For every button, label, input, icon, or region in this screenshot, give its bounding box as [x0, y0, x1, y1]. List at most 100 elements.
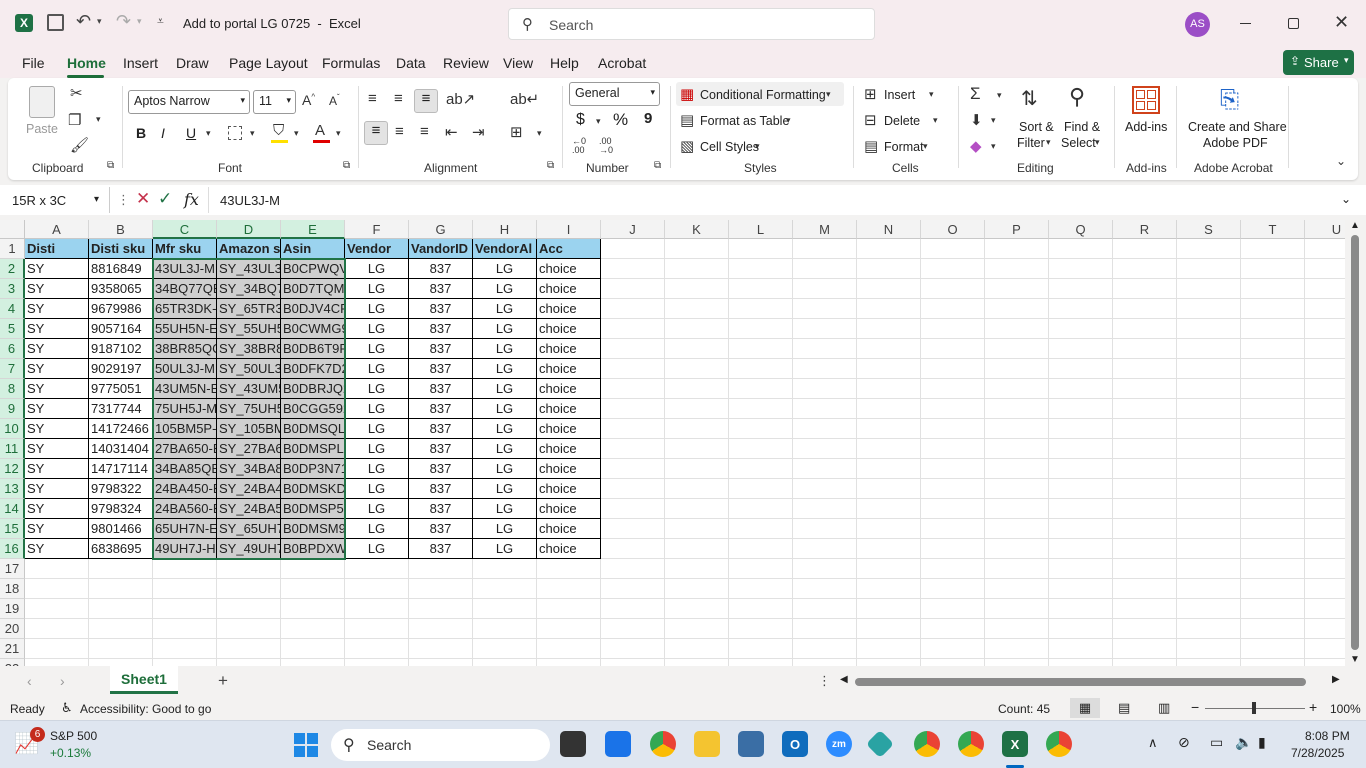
- empty-cell[interactable]: [857, 659, 921, 666]
- data-cell[interactable]: LG: [473, 399, 537, 419]
- data-cell[interactable]: SY: [25, 339, 89, 359]
- empty-cell[interactable]: [793, 279, 857, 299]
- cancel-icon[interactable]: ✕: [136, 189, 150, 209]
- empty-cell[interactable]: [793, 499, 857, 519]
- empty-cell[interactable]: [665, 659, 729, 666]
- data-cell[interactable]: 9358065: [89, 279, 153, 299]
- enter-icon[interactable]: ✓: [158, 189, 172, 209]
- empty-cell[interactable]: [857, 379, 921, 399]
- empty-cell[interactable]: [601, 459, 665, 479]
- empty-cell[interactable]: [793, 479, 857, 499]
- empty-cell[interactable]: [1049, 359, 1113, 379]
- empty-cell[interactable]: [1113, 559, 1177, 579]
- empty-cell[interactable]: [345, 659, 409, 666]
- column-header-f[interactable]: F: [345, 220, 409, 239]
- vertical-scrollbar[interactable]: ▲ ▼: [1345, 220, 1366, 666]
- empty-cell[interactable]: [729, 599, 793, 619]
- empty-cell[interactable]: [857, 399, 921, 419]
- maximize-icon[interactable]: [1288, 18, 1299, 29]
- data-cell[interactable]: 9775051: [89, 379, 153, 399]
- empty-cell[interactable]: [1241, 339, 1305, 359]
- data-cell[interactable]: 837: [409, 259, 473, 279]
- delete-cells-icon[interactable]: ⊟: [864, 111, 877, 129]
- collapse-ribbon-icon[interactable]: ⌄: [1336, 154, 1346, 168]
- empty-cell[interactable]: [665, 439, 729, 459]
- data-cell[interactable]: 14172466: [89, 419, 153, 439]
- empty-cell[interactable]: [1049, 339, 1113, 359]
- empty-cell[interactable]: [1305, 379, 1345, 399]
- zoom-app-icon[interactable]: zm: [826, 731, 852, 757]
- empty-cell[interactable]: [89, 619, 153, 639]
- row-header-1[interactable]: 1: [0, 239, 25, 259]
- battery-icon[interactable]: ▮: [1258, 734, 1266, 751]
- empty-cell[interactable]: [1241, 659, 1305, 666]
- header-cell-e[interactable]: Asin: [281, 239, 345, 259]
- empty-cell[interactable]: [665, 419, 729, 439]
- empty-cell[interactable]: [345, 639, 409, 659]
- empty-cell[interactable]: [1305, 279, 1345, 299]
- empty-cell[interactable]: [473, 639, 537, 659]
- empty-cell[interactable]: [921, 519, 985, 539]
- add-ins-icon[interactable]: [1132, 86, 1160, 114]
- zoom-level[interactable]: 100%: [1330, 702, 1361, 716]
- row-header-15[interactable]: 15: [0, 519, 25, 539]
- chrome-icon[interactable]: [650, 731, 676, 757]
- empty-cell[interactable]: [729, 539, 793, 559]
- data-cell[interactable]: SY: [25, 539, 89, 559]
- data-cell[interactable]: 9798322: [89, 479, 153, 499]
- sort-filter-label-2[interactable]: Filter: [1017, 136, 1045, 150]
- empty-cell[interactable]: [1049, 599, 1113, 619]
- empty-cell[interactable]: [537, 559, 601, 579]
- data-cell[interactable]: LG: [473, 319, 537, 339]
- empty-cell[interactable]: [1241, 279, 1305, 299]
- empty-cell[interactable]: [665, 459, 729, 479]
- column-header-e[interactable]: E: [281, 220, 345, 239]
- header-cell-f[interactable]: Vendor: [345, 239, 409, 259]
- data-cell[interactable]: 6838695: [89, 539, 153, 559]
- empty-cell[interactable]: [665, 239, 729, 259]
- empty-cell[interactable]: [1241, 239, 1305, 259]
- empty-cell[interactable]: [1049, 319, 1113, 339]
- empty-cell[interactable]: [601, 479, 665, 499]
- data-cell[interactable]: 75UH5J-M: [153, 399, 217, 419]
- data-cell[interactable]: choice: [537, 299, 601, 319]
- data-cell[interactable]: SY_34BA85: [217, 459, 281, 479]
- empty-cell[interactable]: [89, 639, 153, 659]
- empty-cell[interactable]: [1305, 579, 1345, 599]
- data-cell[interactable]: choice: [537, 279, 601, 299]
- taskbar-search[interactable]: ⚲ Search: [331, 729, 550, 761]
- row-header-10[interactable]: 10: [0, 419, 25, 439]
- empty-cell[interactable]: [1305, 519, 1345, 539]
- empty-cell[interactable]: [921, 639, 985, 659]
- decrease-indent-icon[interactable]: ⇤: [445, 123, 458, 141]
- row-header-20[interactable]: 20: [0, 619, 25, 639]
- data-cell[interactable]: 837: [409, 419, 473, 439]
- empty-cell[interactable]: [601, 379, 665, 399]
- empty-cell[interactable]: [25, 639, 89, 659]
- empty-cell[interactable]: [857, 239, 921, 259]
- empty-cell[interactable]: [601, 419, 665, 439]
- data-cell[interactable]: SY_34BQ7: [217, 279, 281, 299]
- add-ins-button-label[interactable]: Add-ins: [1125, 120, 1167, 134]
- empty-cell[interactable]: [985, 619, 1049, 639]
- empty-cell[interactable]: [729, 299, 793, 319]
- row-header-4[interactable]: 4: [0, 299, 25, 319]
- data-cell[interactable]: 837: [409, 519, 473, 539]
- empty-cell[interactable]: [473, 559, 537, 579]
- data-cell[interactable]: SY: [25, 499, 89, 519]
- empty-cell[interactable]: [985, 359, 1049, 379]
- row-header-9[interactable]: 9: [0, 399, 25, 419]
- empty-cell[interactable]: [409, 559, 473, 579]
- empty-cell[interactable]: [89, 599, 153, 619]
- empty-cell[interactable]: [25, 559, 89, 579]
- column-header-l[interactable]: L: [729, 220, 793, 239]
- data-cell[interactable]: 50UL3J-M: [153, 359, 217, 379]
- empty-cell[interactable]: [793, 399, 857, 419]
- column-header-p[interactable]: P: [985, 220, 1049, 239]
- empty-cell[interactable]: [153, 559, 217, 579]
- zoom-out-icon[interactable]: −: [1191, 699, 1199, 715]
- header-cell-g[interactable]: VandorID: [409, 239, 473, 259]
- data-cell[interactable]: B0DMSQL: [281, 419, 345, 439]
- empty-cell[interactable]: [921, 419, 985, 439]
- empty-cell[interactable]: [217, 639, 281, 659]
